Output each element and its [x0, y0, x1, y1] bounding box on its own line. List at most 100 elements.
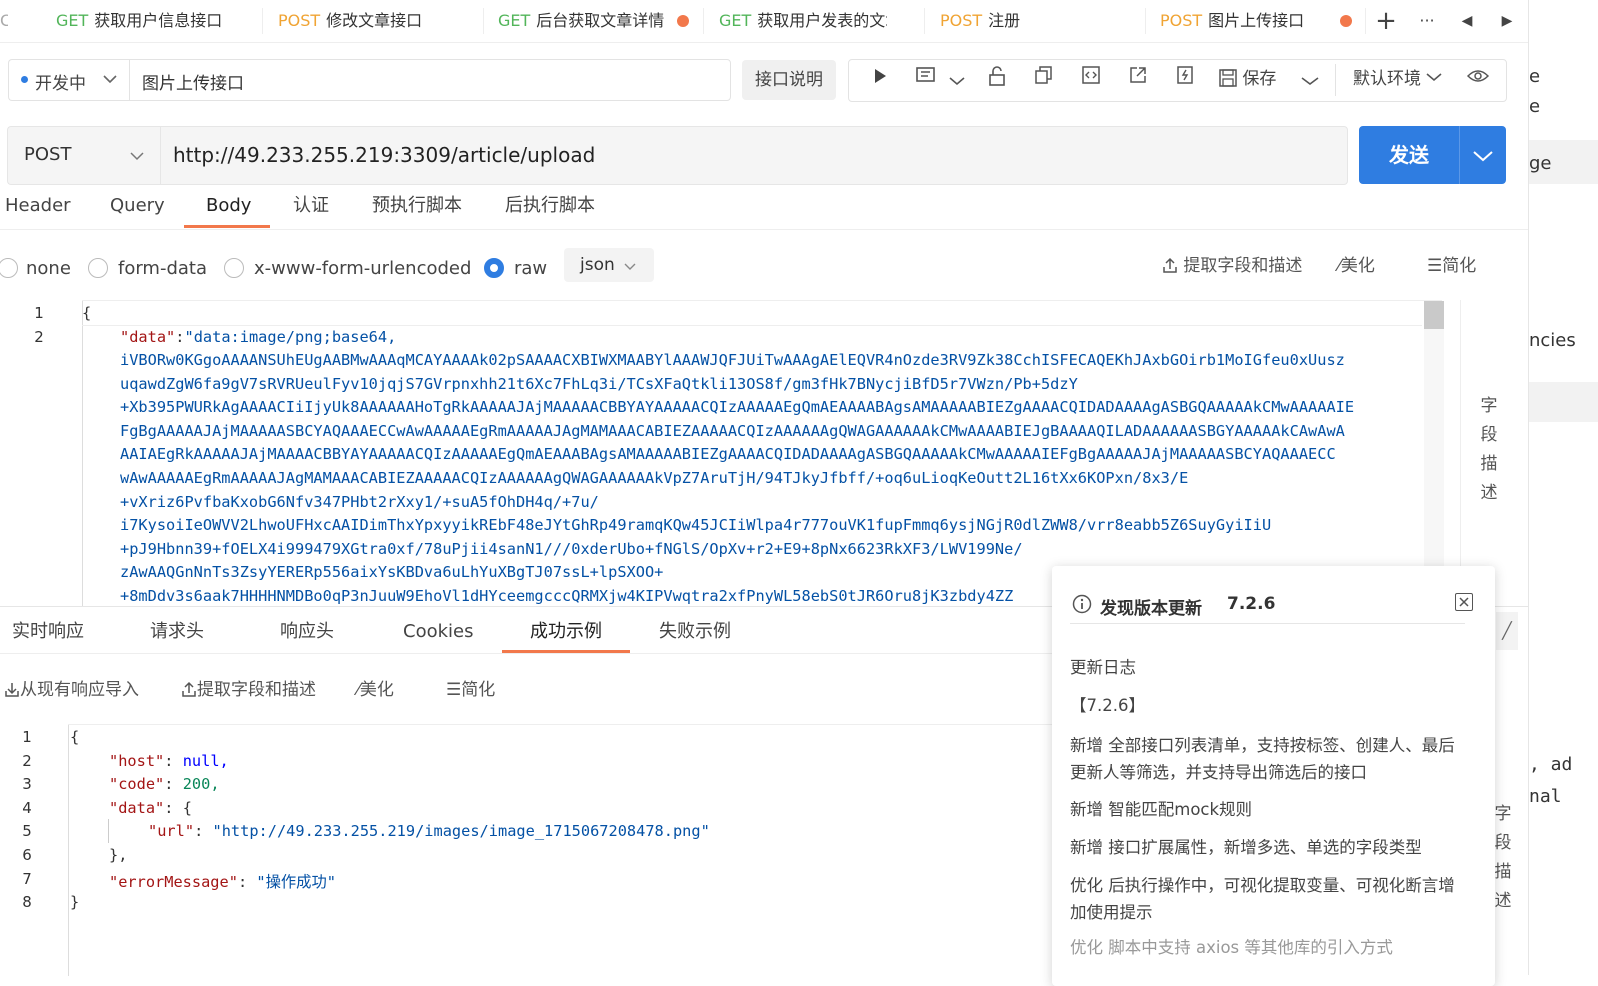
share-icon[interactable]: [1125, 66, 1151, 92]
tab-method: POST: [1160, 11, 1203, 30]
tab-auth[interactable]: 认证: [293, 192, 329, 228]
base64-line: iVBORw0KGgoAAAANSUhEUgAABMwAAAqMCAYAAAAk…: [120, 351, 1345, 369]
changelog-item: 新增 智能匹配mock规则: [1070, 800, 1253, 819]
json-separator: :: [237, 872, 257, 891]
radio-urlencoded[interactable]: [224, 258, 244, 278]
tab-name: 图片上传接口: [1208, 11, 1305, 30]
code-line: "data": {: [109, 799, 192, 817]
tab-success-example[interactable]: 成功示例: [530, 618, 602, 654]
base64-line: AAIAEgRkAAAAAJAjMAAAACBBYAYAAAAACQIzAAAA…: [120, 445, 1336, 464]
list-icon: ☰: [446, 680, 462, 700]
line-number: 1: [22, 728, 32, 746]
tab-request-headers[interactable]: 请求头: [150, 618, 204, 654]
tab-query[interactable]: Query: [110, 192, 165, 228]
line-number: 6: [22, 846, 32, 864]
tab-live-response[interactable]: 实时响应: [12, 618, 84, 654]
import-from-response-button[interactable]: 从现有响应导入: [4, 679, 139, 701]
tab-fragment[interactable]: C: [0, 0, 8, 42]
radio-none[interactable]: [0, 258, 18, 278]
code-line: {: [70, 728, 79, 746]
chevron-down-icon: [130, 152, 144, 161]
format-select[interactable]: json: [564, 248, 654, 282]
list-icon: ☰: [1427, 256, 1443, 276]
add-tab-button[interactable]: +: [1372, 0, 1400, 42]
tab-admin-article-detail[interactable]: GET 后台获取文章详情: [498, 0, 666, 42]
changelog-heading: 更新日志: [1070, 658, 1136, 677]
status-select[interactable]: 开发中: [8, 59, 129, 101]
tab-response-headers[interactable]: 响应头: [280, 618, 334, 654]
copy-icon[interactable]: [1031, 66, 1057, 92]
doc-button[interactable]: 接口说明: [742, 60, 836, 100]
chevron-down-icon[interactable]: [1473, 150, 1493, 162]
document-icon[interactable]: [913, 66, 939, 92]
prev-tab-button[interactable]: ◀: [1456, 0, 1478, 42]
eye-icon[interactable]: [1465, 66, 1491, 92]
line-number: 8: [22, 893, 32, 912]
url-input[interactable]: http://49.233.255.219:3309/article/uploa…: [160, 126, 1348, 185]
chevron-down-icon: [1426, 73, 1442, 82]
simplify-button[interactable]: ☰简化: [446, 679, 495, 701]
side-text: e: [1529, 96, 1541, 117]
tab-failure-example[interactable]: 失败示例: [659, 618, 731, 654]
radio-form-data[interactable]: [88, 258, 108, 278]
save-button[interactable]: 保存: [1219, 66, 1276, 92]
api-name-input[interactable]: 图片上传接口: [129, 59, 731, 101]
beautify-button[interactable]: ⁄美化: [357, 679, 394, 701]
tab-cookies[interactable]: Cookies: [403, 618, 473, 654]
tab-user-articles[interactable]: GET 获取用户发表的文章: [719, 0, 887, 42]
code-line: "errorMessage": "操作成功": [109, 870, 336, 892]
tab-register[interactable]: POST 注册: [940, 0, 1130, 42]
line-number: 4: [22, 798, 32, 817]
code-line: "url": "http://49.233.255.219/images/ima…: [148, 822, 710, 840]
editor-scrollbar[interactable]: [1424, 301, 1444, 606]
tab-body[interactable]: Body: [206, 192, 251, 228]
radio-raw[interactable]: [484, 258, 504, 278]
save-icon: [1219, 69, 1237, 87]
radio-raw-label: raw: [514, 258, 548, 279]
unsaved-dot: [1340, 15, 1352, 27]
more-tabs-button[interactable]: ···: [1412, 0, 1442, 42]
run-icon[interactable]: [867, 66, 893, 92]
export-icon[interactable]: [1172, 66, 1198, 92]
scrollbar-thumb[interactable]: [1424, 301, 1444, 329]
close-button[interactable]: [1455, 593, 1473, 611]
code-icon[interactable]: [1078, 66, 1104, 92]
chevron-down-icon[interactable]: [949, 76, 965, 86]
save-label: 保存: [1242, 69, 1277, 89]
field-desc-char: 字: [1480, 396, 1498, 416]
tab-get-user-info[interactable]: GET 获取用户信息接口: [56, 0, 228, 42]
json-value: {: [182, 798, 192, 817]
info-icon: [1072, 594, 1092, 614]
unsaved-dot: [677, 15, 689, 27]
tab-pre-script[interactable]: 预执行脚本: [372, 192, 462, 228]
tab-name: 修改文章接口: [326, 11, 423, 30]
field-desc-char: 述: [1494, 891, 1512, 911]
tab-post-script[interactable]: 后执行脚本: [505, 192, 595, 228]
collapse-icon[interactable]: ╱: [1496, 612, 1518, 650]
unlock-icon[interactable]: [984, 66, 1010, 92]
tab-method: GET: [56, 11, 89, 30]
tab-edit-article[interactable]: POST 修改文章接口: [278, 0, 468, 42]
method-select[interactable]: POST: [7, 126, 160, 185]
environment-select[interactable]: 默认环境: [1353, 66, 1442, 92]
send-button[interactable]: 发送: [1359, 126, 1459, 184]
json-value: null,: [182, 751, 229, 770]
next-tab-button[interactable]: ▶: [1496, 0, 1518, 42]
tab-image-upload-active[interactable]: POST 图片上传接口: [1160, 0, 1330, 42]
json-value: 200,: [182, 775, 220, 794]
dialog-version: 7.2.6: [1227, 594, 1276, 614]
code-line: "code": 200,: [109, 775, 220, 793]
field-description-toggle[interactable]: 字 段 描 述: [1492, 800, 1514, 916]
extract-fields-button[interactable]: 提取字段和描述: [181, 679, 316, 701]
extract-fields-button[interactable]: 提取字段和描述: [1162, 255, 1302, 277]
chevron-down-icon[interactable]: [1301, 76, 1319, 86]
field-desc-char: 描: [1494, 862, 1512, 882]
simplify-button[interactable]: ☰简化: [1427, 255, 1476, 277]
tab-header[interactable]: Header: [5, 192, 71, 228]
tab-name: 获取用户信息接口: [94, 11, 223, 30]
beautify-button[interactable]: ⁄美化: [1338, 255, 1375, 277]
line-number: 5: [22, 822, 32, 841]
side-text: ncies: [1529, 330, 1576, 351]
field-desc-char: 段: [1480, 425, 1498, 445]
field-description-toggle[interactable]: 字 段 描 述: [1478, 392, 1500, 508]
